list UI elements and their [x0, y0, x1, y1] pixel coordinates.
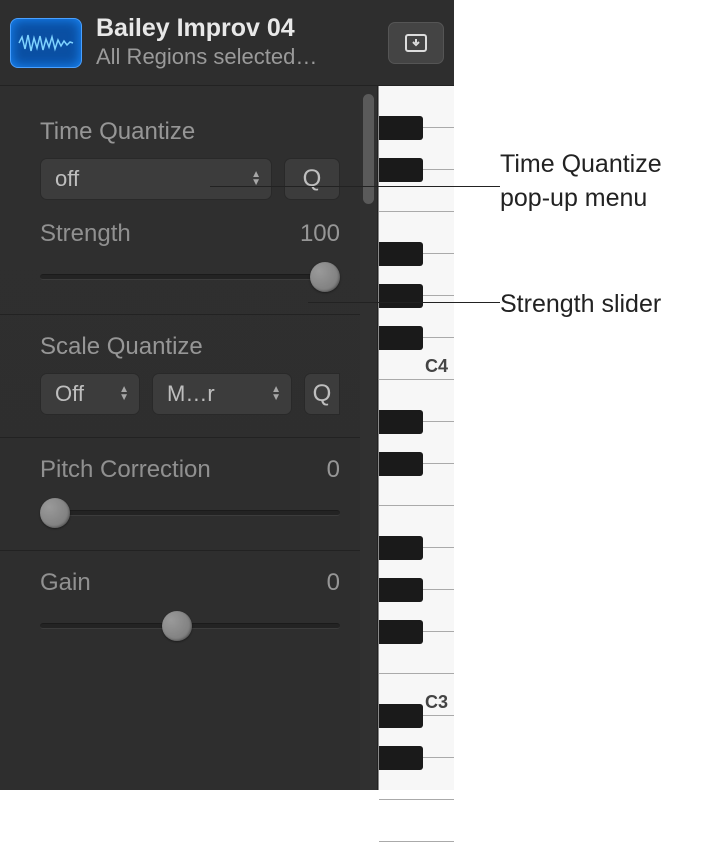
time-quantize-popup[interactable]: off ▲▼	[40, 158, 272, 200]
callout-strength: Strength slider	[500, 288, 661, 322]
strength-label: Strength	[40, 220, 131, 248]
slider-thumb[interactable]	[40, 498, 70, 528]
black-key[interactable]	[379, 578, 423, 602]
black-key[interactable]	[379, 536, 423, 560]
black-key[interactable]	[379, 242, 423, 266]
gain-section: Gain 0	[0, 551, 360, 663]
pitch-correction-section: Pitch Correction 0	[0, 438, 360, 551]
white-key[interactable]	[379, 800, 454, 842]
black-key[interactable]	[379, 158, 423, 182]
time-quantize-label: Time Quantize	[40, 118, 340, 146]
black-key[interactable]	[379, 284, 423, 308]
strength-slider[interactable]	[40, 262, 340, 292]
black-key[interactable]	[379, 620, 423, 644]
slider-track	[40, 274, 340, 280]
pitch-correction-slider[interactable]	[40, 498, 340, 528]
vertical-scrollbar[interactable]	[360, 86, 378, 790]
stepper-icon: ▲▼	[251, 171, 261, 187]
piano-keyboard[interactable]: C4C3	[378, 86, 454, 790]
region-subtitle: All Regions selected…	[96, 44, 378, 70]
scale-quantize-section: Scale Quantize Off ▲▼ M…r ▲▼ Q	[0, 315, 360, 438]
list-toggle-button[interactable]	[388, 22, 444, 64]
pitch-correction-value: 0	[327, 456, 340, 484]
scrollbar-thumb[interactable]	[363, 94, 374, 204]
scale-quantize-label: Scale Quantize	[40, 333, 340, 361]
slider-thumb[interactable]	[162, 611, 192, 641]
quantize-button[interactable]: Q	[284, 158, 340, 200]
track-waveform-icon[interactable]	[10, 18, 82, 68]
stepper-icon: ▲▼	[119, 386, 129, 402]
callout-leader	[308, 302, 500, 303]
panel-header: Bailey Improv 04 All Regions selected…	[0, 0, 454, 86]
piano-ruler: C4C3	[360, 86, 454, 790]
time-quantize-section: Time Quantize off ▲▼ Q Strength 100	[0, 104, 360, 315]
black-key[interactable]	[379, 410, 423, 434]
slider-thumb[interactable]	[310, 262, 340, 292]
scale-type-value: M…r	[167, 381, 257, 407]
callout-time-quantize: Time Quantize pop-up menu	[500, 148, 705, 216]
callout-leader	[210, 186, 500, 187]
scale-type-popup[interactable]: M…r ▲▼	[152, 373, 292, 415]
region-title: Bailey Improv 04	[96, 15, 378, 43]
slider-track	[40, 510, 340, 516]
gain-label: Gain	[40, 569, 91, 597]
inspector-body: Time Quantize off ▲▼ Q Strength 100	[0, 86, 360, 790]
gain-value: 0	[327, 569, 340, 597]
time-quantize-value: off	[55, 166, 237, 192]
strength-value: 100	[300, 220, 340, 248]
black-key[interactable]	[379, 326, 423, 350]
pitch-correction-label: Pitch Correction	[40, 456, 211, 484]
black-key[interactable]	[379, 746, 423, 770]
scale-quantize-button[interactable]: Q	[304, 373, 340, 415]
scale-root-value: Off	[55, 381, 105, 407]
stepper-icon: ▲▼	[271, 386, 281, 402]
gain-slider[interactable]	[40, 611, 340, 641]
black-key[interactable]	[379, 704, 423, 728]
black-key[interactable]	[379, 116, 423, 140]
black-key[interactable]	[379, 452, 423, 476]
scale-root-popup[interactable]: Off ▲▼	[40, 373, 140, 415]
key-label-c3: C3	[425, 692, 448, 788]
